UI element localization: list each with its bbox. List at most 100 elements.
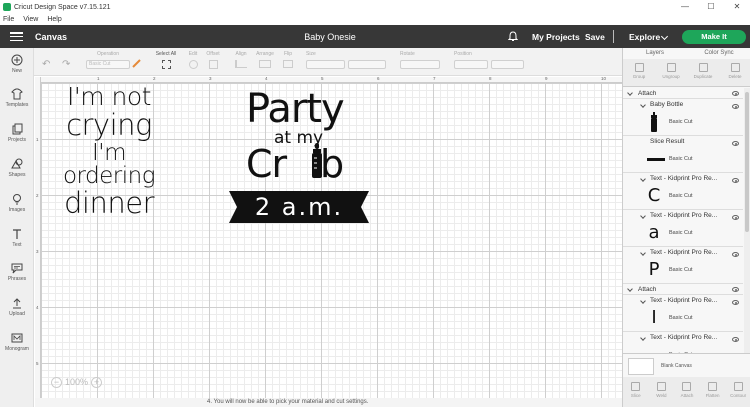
zoom-out-button[interactable]: − <box>51 376 62 388</box>
visibility-eye-icon[interactable] <box>732 287 739 292</box>
sidebar-item-shapes[interactable]: Shapes <box>0 158 34 178</box>
layer-item[interactable]: Text - Kidprint Pro Re... I Basic Cut <box>623 295 743 332</box>
edit-button[interactable]: Edit <box>184 51 202 69</box>
menu-view[interactable]: View <box>23 16 38 23</box>
sidebar-label: Projects <box>7 137 27 143</box>
operation-dropdown[interactable]: Operation Basic Cut <box>86 51 130 69</box>
attach-button[interactable]: Attach <box>674 377 700 407</box>
chevron-down-icon[interactable] <box>640 176 646 182</box>
chevron-down-icon[interactable] <box>640 335 646 341</box>
layer-item[interactable]: Text - Kidprint Pro Re... Basic Cut <box>623 332 743 353</box>
visibility-eye-icon[interactable] <box>732 141 739 146</box>
weld-button[interactable]: Weld <box>649 377 675 407</box>
select-all-button[interactable]: Select All <box>154 51 178 69</box>
make-it-button[interactable]: Make It <box>682 30 746 44</box>
maximize-button[interactable]: ☐ <box>698 0 724 14</box>
sidebar-item-upload[interactable]: Upload <box>0 297 34 317</box>
lightbulb-icon <box>13 194 21 205</box>
visibility-eye-icon[interactable] <box>732 215 739 220</box>
visibility-eye-icon[interactable] <box>732 104 739 109</box>
y-position-input[interactable] <box>490 60 524 69</box>
height-input[interactable] <box>347 60 386 69</box>
tab-layers[interactable]: Layers <box>623 48 687 59</box>
bell-icon[interactable] <box>508 31 518 42</box>
visibility-eye-icon[interactable] <box>732 300 739 305</box>
chevron-down-icon[interactable] <box>640 102 646 108</box>
letter-thumbnail: I <box>651 307 657 328</box>
blank-canvas-row[interactable]: Blank Canvas <box>623 353 750 377</box>
width-input[interactable] <box>306 60 345 69</box>
x-position-input[interactable] <box>454 60 488 69</box>
contour-button[interactable]: Contour <box>725 377 750 407</box>
quote-text-design[interactable]: I'm not crying I'm ordering dinner <box>44 84 174 218</box>
blank-canvas-swatch[interactable] <box>628 358 654 375</box>
visibility-eye-icon[interactable] <box>732 337 739 342</box>
speech-bubble-icon <box>11 263 23 274</box>
flip-button[interactable]: Flip <box>280 51 296 68</box>
layers-scrollbar[interactable] <box>744 88 750 353</box>
sidebar-item-projects[interactable]: Projects <box>0 123 34 143</box>
offset-button[interactable]: Offset <box>204 51 222 69</box>
trash-icon <box>730 63 740 72</box>
slice-result-thumbnail <box>647 158 665 161</box>
visibility-eye-icon[interactable] <box>732 91 739 96</box>
size-fields[interactable]: Size <box>306 51 386 69</box>
rotate-input[interactable] <box>400 60 440 69</box>
sidebar-item-text[interactable]: Text <box>0 228 34 248</box>
ungroup-button[interactable]: Ungroup <box>655 59 687 86</box>
zoom-in-button[interactable]: + <box>91 376 103 388</box>
edit-label: Edit <box>188 51 198 57</box>
layer-group-attach[interactable]: Attach <box>623 284 743 295</box>
undo-icon[interactable]: ↶ <box>42 59 50 70</box>
visibility-eye-icon[interactable] <box>732 178 739 183</box>
layer-item[interactable]: Text - Kidprint Pro Re... P Basic Cut <box>623 247 743 284</box>
scrollbar-thumb[interactable] <box>745 92 749 232</box>
layer-item[interactable]: Baby Bottle Basic Cut <box>623 99 743 136</box>
ruler-number: 8 <box>489 76 492 81</box>
crib-word-start: Cr <box>246 142 287 186</box>
visibility-eye-icon[interactable] <box>732 252 739 257</box>
ruler-number: 1 <box>97 76 100 81</box>
close-window-button[interactable]: ✕ <box>724 0 750 14</box>
sidebar-item-new[interactable]: New <box>0 54 34 74</box>
chevron-down-icon[interactable] <box>640 298 646 304</box>
sidebar-item-phrases[interactable]: Phrases <box>0 262 34 282</box>
sidebar-item-images[interactable]: Images <box>0 193 34 213</box>
tab-color-sync[interactable]: Color Sync <box>687 48 750 59</box>
my-projects-link[interactable]: My Projects <box>532 32 580 42</box>
chevron-down-icon[interactable] <box>640 213 646 219</box>
hamburger-menu-icon[interactable] <box>10 32 23 41</box>
duplicate-button[interactable]: Duplicate <box>687 59 719 86</box>
app-header: Canvas Baby Onesie My Projects Save Expl… <box>0 25 750 48</box>
sidebar-item-templates[interactable]: Templates <box>0 88 34 108</box>
layer-group-attach[interactable]: Attach <box>623 88 743 99</box>
menu-file[interactable]: File <box>3 16 14 23</box>
pen-color-icon[interactable] <box>132 58 142 68</box>
delete-button[interactable]: Delete <box>719 59 750 86</box>
explore-menu[interactable]: Explore <box>629 32 660 42</box>
chevron-down-icon[interactable] <box>660 32 669 41</box>
sidebar-item-monogram[interactable]: Monogram <box>0 332 34 352</box>
arrange-button[interactable]: Arrange <box>254 51 276 68</box>
redo-icon[interactable]: ↷ <box>62 59 70 70</box>
sidebar-label: Text <box>12 242 22 248</box>
chevron-down-icon[interactable] <box>627 90 633 96</box>
position-fields[interactable]: Position <box>454 51 524 69</box>
layer-item[interactable]: Slice Result Basic Cut <box>623 136 743 173</box>
layer-item[interactable]: Text - Kidprint Pro Re... a Basic Cut <box>623 210 743 247</box>
align-button[interactable]: Align <box>232 51 250 68</box>
flatten-button[interactable]: Flatten <box>700 377 726 407</box>
group-button[interactable]: Group <box>623 59 655 86</box>
shapes-icon <box>11 158 23 169</box>
minimize-button[interactable]: — <box>672 0 698 14</box>
chevron-down-icon[interactable] <box>640 250 646 256</box>
menu-help[interactable]: Help <box>47 16 61 23</box>
chevron-down-icon[interactable] <box>627 286 633 292</box>
save-button[interactable]: Save <box>585 32 605 42</box>
slice-button[interactable]: Slice <box>623 377 649 407</box>
contour-icon <box>733 382 743 391</box>
layer-item[interactable]: Text - Kidprint Pro Re... C Basic Cut <box>623 173 743 210</box>
rotate-field[interactable]: Rotate <box>400 51 440 69</box>
ruler-number: 5 <box>321 76 324 81</box>
ruler-number: 7 <box>433 76 436 81</box>
